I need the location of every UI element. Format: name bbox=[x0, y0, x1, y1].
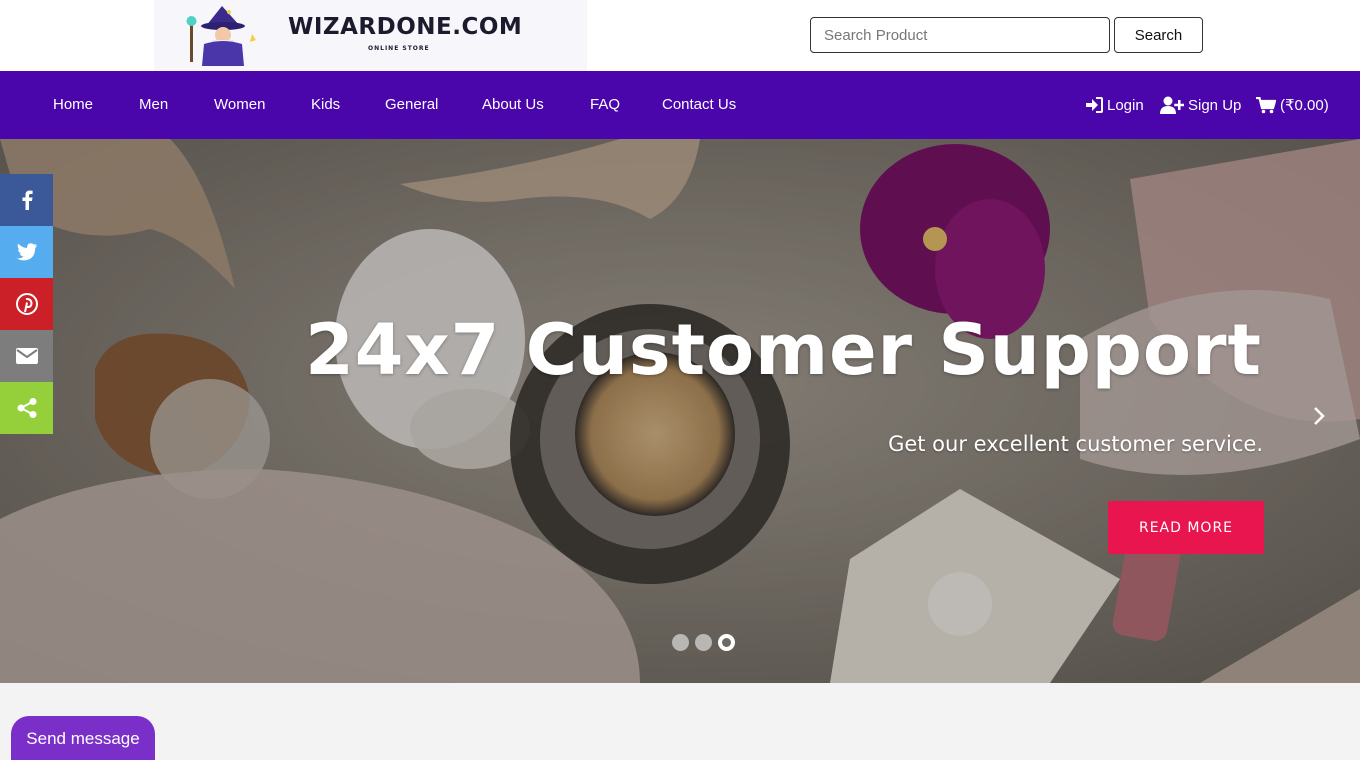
facebook-icon bbox=[22, 190, 33, 210]
nav-item-about-us[interactable]: About Us bbox=[482, 71, 544, 139]
social-share-bar bbox=[0, 174, 53, 434]
login-label: Login bbox=[1107, 96, 1144, 114]
user-plus-icon bbox=[1160, 96, 1184, 114]
hero-subtitle: Get our excellent customer service. bbox=[888, 432, 1263, 456]
pinterest-share-button[interactable] bbox=[0, 278, 53, 330]
nav-item-women[interactable]: Women bbox=[214, 71, 265, 139]
nav-item-men[interactable]: Men bbox=[139, 71, 168, 139]
chevron-right-icon[interactable] bbox=[1308, 405, 1330, 427]
signup-link[interactable]: Sign Up bbox=[1160, 71, 1241, 139]
cart-link[interactable]: (₹0.00) bbox=[1256, 71, 1329, 139]
wizard-logo-icon bbox=[186, 6, 256, 66]
nav-item-contact-us[interactable]: Contact Us bbox=[662, 71, 736, 139]
twitter-icon bbox=[16, 243, 37, 261]
share-icon bbox=[17, 398, 36, 418]
share-more-button[interactable] bbox=[0, 382, 53, 434]
read-more-button[interactable]: READ MORE bbox=[1108, 501, 1264, 554]
cart-total: (₹0.00) bbox=[1280, 97, 1329, 114]
logo-subtext: ONLINE STORE bbox=[368, 45, 430, 52]
facebook-share-button[interactable] bbox=[0, 174, 53, 226]
cart-icon bbox=[1256, 96, 1276, 113]
slider-dot-active[interactable] bbox=[718, 634, 735, 651]
header: WIZARDONE.COM ONLINE STORE Search bbox=[0, 0, 1360, 71]
email-share-button[interactable] bbox=[0, 330, 53, 382]
login-icon bbox=[1086, 97, 1103, 113]
search-input[interactable] bbox=[810, 17, 1110, 53]
twitter-share-button[interactable] bbox=[0, 226, 53, 278]
hero-slider: 24x7 Customer Support Get our excellent … bbox=[0, 139, 1360, 683]
login-link[interactable]: Login bbox=[1085, 71, 1144, 139]
send-message-button[interactable]: Send message bbox=[11, 716, 155, 760]
slider-dot[interactable] bbox=[672, 634, 689, 651]
nav-item-faq[interactable]: FAQ bbox=[590, 71, 620, 139]
site-logo[interactable]: WIZARDONE.COM ONLINE STORE bbox=[154, 0, 587, 71]
nav-item-general[interactable]: General bbox=[385, 71, 438, 139]
hero-title: 24x7 Customer Support bbox=[305, 309, 1262, 391]
slider-dots bbox=[672, 634, 735, 651]
slider-dot[interactable] bbox=[695, 634, 712, 651]
signup-label: Sign Up bbox=[1188, 96, 1242, 114]
hero-background-image bbox=[0, 139, 1360, 683]
logo-text: WIZARDONE.COM bbox=[288, 14, 523, 40]
pinterest-icon bbox=[15, 293, 38, 315]
nav-item-kids[interactable]: Kids bbox=[311, 71, 340, 139]
nav-item-home[interactable]: Home bbox=[53, 71, 93, 139]
search-button[interactable]: Search bbox=[1114, 17, 1203, 53]
main-nav: Home Men Women Kids General About Us FAQ… bbox=[0, 71, 1360, 139]
email-icon bbox=[15, 348, 38, 364]
